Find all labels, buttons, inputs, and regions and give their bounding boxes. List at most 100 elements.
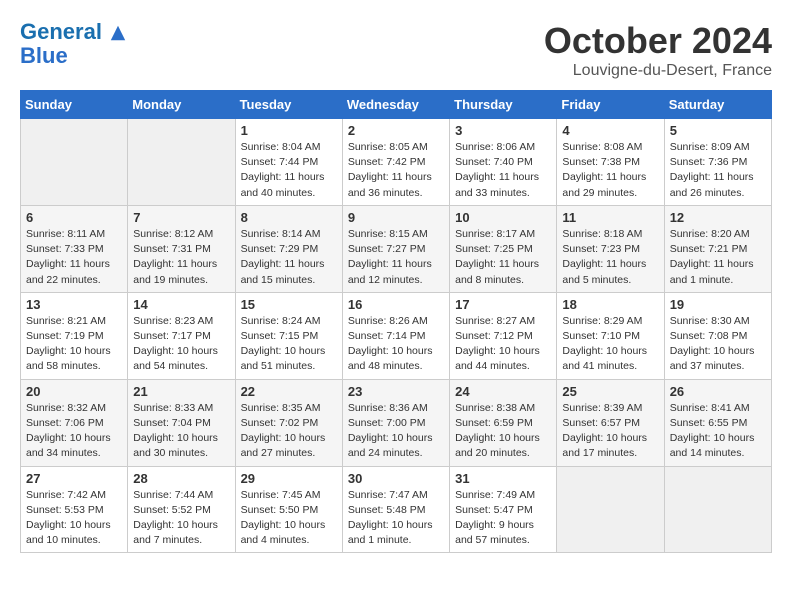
- calendar-cell: 27 Sunrise: 7:42 AM Sunset: 5:53 PM Dayli…: [21, 466, 128, 553]
- day-info: Sunrise: 8:35 AM Sunset: 7:02 PM Dayligh…: [241, 401, 337, 462]
- day-info: Sunrise: 8:11 AM Sunset: 7:33 PM Dayligh…: [26, 227, 122, 288]
- logo-text: General: [20, 20, 127, 44]
- day-number: 10: [455, 210, 551, 225]
- calendar-cell: 11 Sunrise: 8:18 AM Sunset: 7:23 PM Dayli…: [557, 205, 664, 292]
- day-info: Sunrise: 8:05 AM Sunset: 7:42 PM Dayligh…: [348, 140, 444, 201]
- calendar-cell: 3 Sunrise: 8:06 AM Sunset: 7:40 PM Daylig…: [450, 119, 557, 206]
- day-number: 23: [348, 384, 444, 399]
- calendar-cell: [128, 119, 235, 206]
- calendar-cell: 28Sunrise: 7:44 AM Sunset: 5:52 PM Dayli…: [128, 466, 235, 553]
- calendar-cell: [21, 119, 128, 206]
- day-info: Sunrise: 8:23 AM Sunset: 7:17 PM Dayligh…: [133, 314, 229, 375]
- day-number: 11: [562, 210, 658, 225]
- day-info: Sunrise: 8:39 AM Sunset: 6:57 PM Dayligh…: [562, 401, 658, 462]
- day-number: 21: [133, 384, 229, 399]
- title-block: October 2024 Louvigne-du-Desert, France: [544, 20, 772, 80]
- calendar-cell: 10 Sunrise: 8:17 AM Sunset: 7:25 PM Dayli…: [450, 205, 557, 292]
- calendar-cell: [664, 466, 771, 553]
- calendar-cell: 2 Sunrise: 8:05 AM Sunset: 7:42 PM Daylig…: [342, 119, 449, 206]
- page-header: General Blue October 2024 Louvigne-du-De…: [20, 20, 772, 80]
- weekday-header: Friday: [557, 91, 664, 119]
- day-number: 14: [133, 297, 229, 312]
- day-number: 2: [348, 123, 444, 138]
- location: Louvigne-du-Desert, France: [544, 62, 772, 80]
- calendar-cell: 31 Sunrise: 7:49 AM Sunset: 5:47 PM Dayli…: [450, 466, 557, 553]
- calendar-week-row: 6 Sunrise: 8:11 AM Sunset: 7:33 PM Daylig…: [21, 205, 772, 292]
- weekday-header: Sunday: [21, 91, 128, 119]
- logo-icon: [109, 24, 127, 42]
- weekday-header-row: SundayMondayTuesdayWednesdayThursdayFrid…: [21, 91, 772, 119]
- day-number: 9: [348, 210, 444, 225]
- day-number: 28: [133, 471, 229, 486]
- day-number: 18: [562, 297, 658, 312]
- day-info: Sunrise: 8:38 AM Sunset: 6:59 PM Dayligh…: [455, 401, 551, 462]
- day-number: 27: [26, 471, 122, 486]
- day-info: Sunrise: 7:45 AM Sunset: 5:50 PM Dayligh…: [241, 488, 337, 549]
- day-number: 30: [348, 471, 444, 486]
- weekday-header: Thursday: [450, 91, 557, 119]
- calendar-cell: 16 Sunrise: 8:26 AM Sunset: 7:14 PM Dayli…: [342, 292, 449, 379]
- calendar-cell: 1 Sunrise: 8:04 AM Sunset: 7:44 PM Daylig…: [235, 119, 342, 206]
- logo-blue: Blue: [20, 44, 127, 68]
- calendar-cell: 12 Sunrise: 8:20 AM Sunset: 7:21 PM Dayli…: [664, 205, 771, 292]
- calendar-cell: 26Sunrise: 8:41 AM Sunset: 6:55 PM Dayli…: [664, 379, 771, 466]
- calendar-cell: 19 Sunrise: 8:30 AM Sunset: 7:08 PM Dayli…: [664, 292, 771, 379]
- day-info: Sunrise: 7:42 AM Sunset: 5:53 PM Dayligh…: [26, 488, 122, 549]
- day-number: 6: [26, 210, 122, 225]
- calendar-cell: 18Sunrise: 8:29 AM Sunset: 7:10 PM Dayli…: [557, 292, 664, 379]
- logo: General Blue: [20, 20, 127, 68]
- calendar-cell: 15 Sunrise: 8:24 AM Sunset: 7:15 PM Dayli…: [235, 292, 342, 379]
- day-info: Sunrise: 8:08 AM Sunset: 7:38 PM Dayligh…: [562, 140, 658, 201]
- calendar-cell: 21 Sunrise: 8:33 AM Sunset: 7:04 PM Dayli…: [128, 379, 235, 466]
- day-number: 25: [562, 384, 658, 399]
- day-info: Sunrise: 8:12 AM Sunset: 7:31 PM Dayligh…: [133, 227, 229, 288]
- day-number: 3: [455, 123, 551, 138]
- day-number: 22: [241, 384, 337, 399]
- day-number: 24: [455, 384, 551, 399]
- day-info: Sunrise: 8:15 AM Sunset: 7:27 PM Dayligh…: [348, 227, 444, 288]
- calendar-cell: 24 Sunrise: 8:38 AM Sunset: 6:59 PM Dayli…: [450, 379, 557, 466]
- calendar-cell: 17Sunrise: 8:27 AM Sunset: 7:12 PM Dayli…: [450, 292, 557, 379]
- day-info: Sunrise: 8:30 AM Sunset: 7:08 PM Dayligh…: [670, 314, 766, 375]
- day-info: Sunrise: 8:04 AM Sunset: 7:44 PM Dayligh…: [241, 140, 337, 201]
- day-info: Sunrise: 8:09 AM Sunset: 7:36 PM Dayligh…: [670, 140, 766, 201]
- calendar-week-row: 1 Sunrise: 8:04 AM Sunset: 7:44 PM Daylig…: [21, 119, 772, 206]
- day-number: 7: [133, 210, 229, 225]
- day-number: 8: [241, 210, 337, 225]
- calendar-week-row: 13Sunrise: 8:21 AM Sunset: 7:19 PM Dayli…: [21, 292, 772, 379]
- day-info: Sunrise: 8:41 AM Sunset: 6:55 PM Dayligh…: [670, 401, 766, 462]
- day-number: 15: [241, 297, 337, 312]
- calendar-cell: 4 Sunrise: 8:08 AM Sunset: 7:38 PM Daylig…: [557, 119, 664, 206]
- day-number: 1: [241, 123, 337, 138]
- day-info: Sunrise: 8:18 AM Sunset: 7:23 PM Dayligh…: [562, 227, 658, 288]
- day-number: 12: [670, 210, 766, 225]
- day-info: Sunrise: 8:06 AM Sunset: 7:40 PM Dayligh…: [455, 140, 551, 201]
- day-info: Sunrise: 7:49 AM Sunset: 5:47 PM Dayligh…: [455, 488, 551, 549]
- day-info: Sunrise: 8:33 AM Sunset: 7:04 PM Dayligh…: [133, 401, 229, 462]
- day-number: 13: [26, 297, 122, 312]
- calendar-cell: 29Sunrise: 7:45 AM Sunset: 5:50 PM Dayli…: [235, 466, 342, 553]
- day-number: 20: [26, 384, 122, 399]
- calendar-cell: 7 Sunrise: 8:12 AM Sunset: 7:31 PM Daylig…: [128, 205, 235, 292]
- calendar-week-row: 20 Sunrise: 8:32 AM Sunset: 7:06 PM Dayli…: [21, 379, 772, 466]
- day-number: 31: [455, 471, 551, 486]
- calendar-cell: 14 Sunrise: 8:23 AM Sunset: 7:17 PM Dayli…: [128, 292, 235, 379]
- calendar-cell: [557, 466, 664, 553]
- calendar-cell: 30Sunrise: 7:47 AM Sunset: 5:48 PM Dayli…: [342, 466, 449, 553]
- day-number: 5: [670, 123, 766, 138]
- day-number: 19: [670, 297, 766, 312]
- day-info: Sunrise: 8:24 AM Sunset: 7:15 PM Dayligh…: [241, 314, 337, 375]
- calendar-table: SundayMondayTuesdayWednesdayThursdayFrid…: [20, 90, 772, 553]
- weekday-header: Saturday: [664, 91, 771, 119]
- calendar-cell: 22 Sunrise: 8:35 AM Sunset: 7:02 PM Dayli…: [235, 379, 342, 466]
- day-number: 17: [455, 297, 551, 312]
- day-info: Sunrise: 8:26 AM Sunset: 7:14 PM Dayligh…: [348, 314, 444, 375]
- day-number: 16: [348, 297, 444, 312]
- day-info: Sunrise: 8:17 AM Sunset: 7:25 PM Dayligh…: [455, 227, 551, 288]
- day-info: Sunrise: 8:20 AM Sunset: 7:21 PM Dayligh…: [670, 227, 766, 288]
- calendar-cell: 9 Sunrise: 8:15 AM Sunset: 7:27 PM Daylig…: [342, 205, 449, 292]
- calendar-cell: 8Sunrise: 8:14 AM Sunset: 7:29 PM Daylig…: [235, 205, 342, 292]
- day-info: Sunrise: 8:32 AM Sunset: 7:06 PM Dayligh…: [26, 401, 122, 462]
- calendar-cell: 13Sunrise: 8:21 AM Sunset: 7:19 PM Dayli…: [21, 292, 128, 379]
- day-number: 4: [562, 123, 658, 138]
